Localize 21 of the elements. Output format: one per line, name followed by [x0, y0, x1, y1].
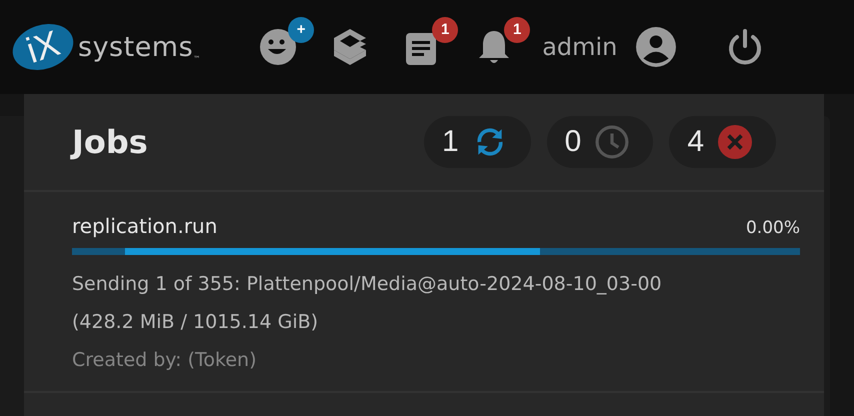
job-name: replication.run: [72, 214, 218, 238]
progress-reading: 0.00%: [746, 218, 800, 238]
smiley-icon: [258, 27, 298, 67]
error-icon: [718, 125, 752, 159]
count-badge: 1: [432, 17, 458, 43]
job-counter[interactable]: 4: [669, 116, 776, 168]
job-description: Sending 1 of 355: Plattenpool/Media@auto-2024-08-10_03-00 (428.2 MiB / 1015.14 GiB): [72, 272, 663, 335]
user-icon: [635, 26, 678, 68]
smiley-button[interactable]: +: [258, 17, 314, 67]
bell-button[interactable]: 1: [474, 17, 530, 67]
user-name: admin: [542, 33, 618, 61]
account-button[interactable]: [635, 26, 678, 68]
count-badge: 1: [504, 17, 530, 43]
clock-icon: [595, 125, 630, 159]
panel-title: Jobs: [72, 123, 148, 161]
logo-text: systems: [78, 32, 194, 62]
count-badge: +: [288, 17, 314, 43]
job-counter[interactable]: 1: [424, 116, 531, 168]
job-counter[interactable]: 0: [546, 116, 654, 168]
clipboard-button[interactable]: 1: [402, 17, 458, 67]
job-creator: Created by: (Token): [72, 349, 258, 371]
